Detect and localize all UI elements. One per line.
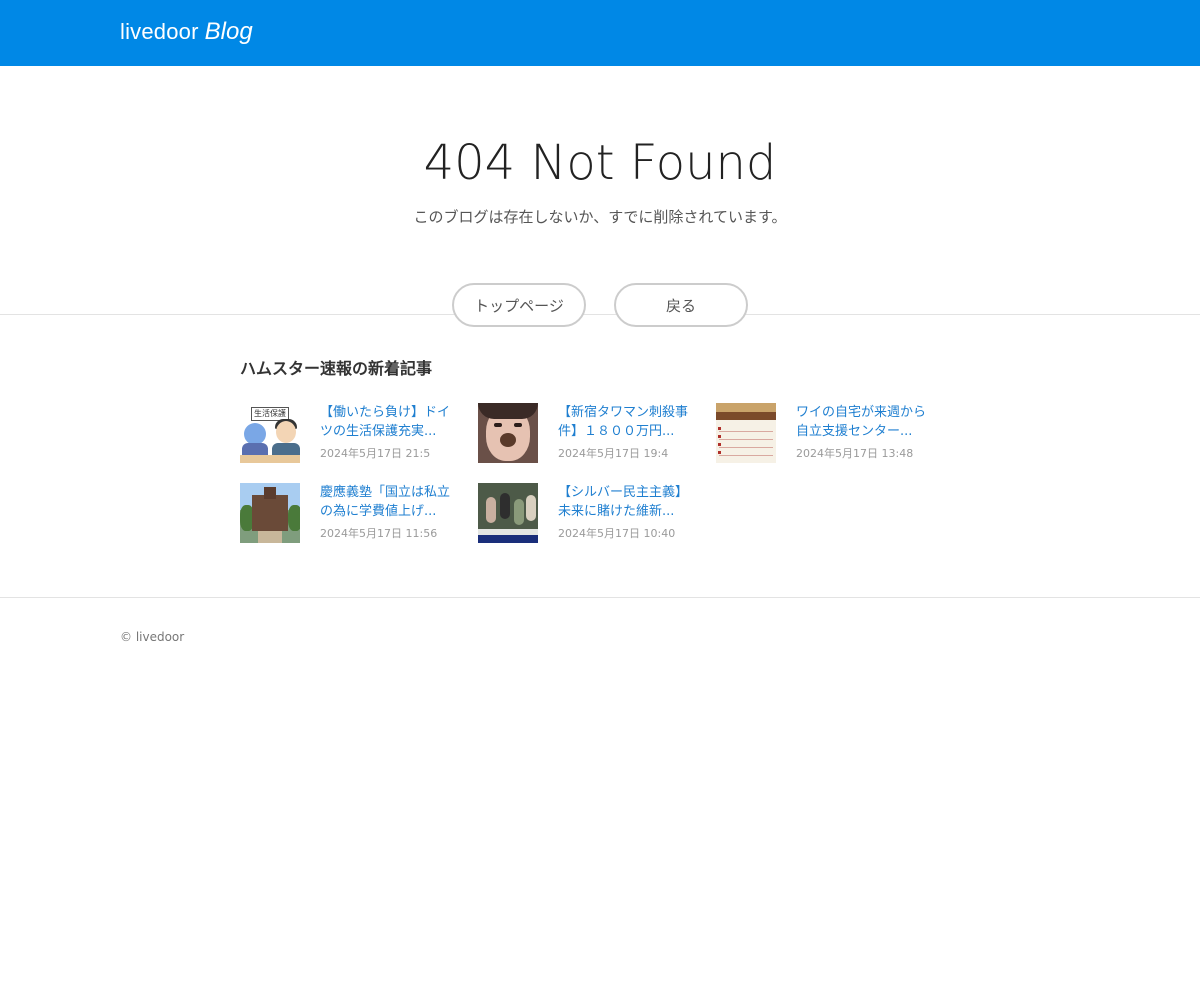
- article-thumbnail[interactable]: 生活保護: [240, 403, 300, 463]
- article-thumbnail[interactable]: [716, 403, 776, 463]
- error-section: 404 Not Found このブログは存在しないか、すでに削除されています。 …: [0, 66, 1200, 327]
- logo-livedoor-text: livedoor: [120, 19, 199, 44]
- article-thumbnail[interactable]: [478, 483, 538, 543]
- livedoor-blog-logo[interactable]: livedoor Blog: [120, 18, 253, 46]
- article-title-link[interactable]: 【シルバー民主主義】未来に賭けた維新...: [558, 483, 698, 521]
- article-thumbnail[interactable]: [240, 483, 300, 543]
- article-title-link[interactable]: 【働いたら負け】ドイツの生活保護充実...: [320, 403, 460, 441]
- article-title-link[interactable]: ワイの自宅が来週から自立支援センター...: [796, 403, 936, 441]
- error-title: 404 Not Found: [423, 135, 777, 191]
- recent-articles-section: ハムスター速報の新着記事 生活保護 【働いたら負け】ドイツの生活保護充実... …: [240, 315, 960, 597]
- top-page-button[interactable]: トップページ: [452, 283, 586, 327]
- article-card[interactable]: 【シルバー民主主義】未来に賭けた維新... 2024年5月17日 10:40: [478, 483, 716, 543]
- article-card[interactable]: 【新宿タワマン刺殺事件】１８００万円... 2024年5月17日 19:4: [478, 403, 716, 463]
- article-date: 2024年5月17日 19:4: [558, 447, 669, 460]
- article-card[interactable]: ワイの自宅が来週から自立支援センター... 2024年5月17日 13:48: [716, 403, 954, 463]
- recent-articles-heading: ハムスター速報の新着記事: [240, 359, 433, 378]
- article-title-link[interactable]: 【新宿タワマン刺殺事件】１８００万円...: [558, 403, 698, 441]
- error-message: このブログは存在しないか、すでに削除されています。: [413, 208, 787, 226]
- article-thumbnail[interactable]: [478, 403, 538, 463]
- article-title-link[interactable]: 慶應義塾「国立は私立の為に学費値上げ...: [320, 483, 460, 521]
- article-date: 2024年5月17日 10:40: [558, 527, 676, 540]
- article-card[interactable]: 慶應義塾「国立は私立の為に学費値上げ... 2024年5月17日 11:56: [240, 483, 478, 543]
- article-card[interactable]: 生活保護 【働いたら負け】ドイツの生活保護充実... 2024年5月17日 21…: [240, 403, 478, 463]
- article-date: 2024年5月17日 21:5: [320, 447, 431, 460]
- recent-articles-grid: 生活保護 【働いたら負け】ドイツの生活保護充実... 2024年5月17日 21…: [240, 403, 960, 543]
- top-header: livedoor Blog: [0, 0, 1200, 66]
- footer: © livedoor: [0, 598, 1200, 644]
- article-date: 2024年5月17日 13:48: [796, 447, 914, 460]
- back-button[interactable]: 戻る: [614, 283, 748, 327]
- logo-blog-text: Blog: [204, 18, 253, 45]
- copyright-text: © livedoor: [120, 630, 185, 644]
- article-date: 2024年5月17日 11:56: [320, 527, 438, 540]
